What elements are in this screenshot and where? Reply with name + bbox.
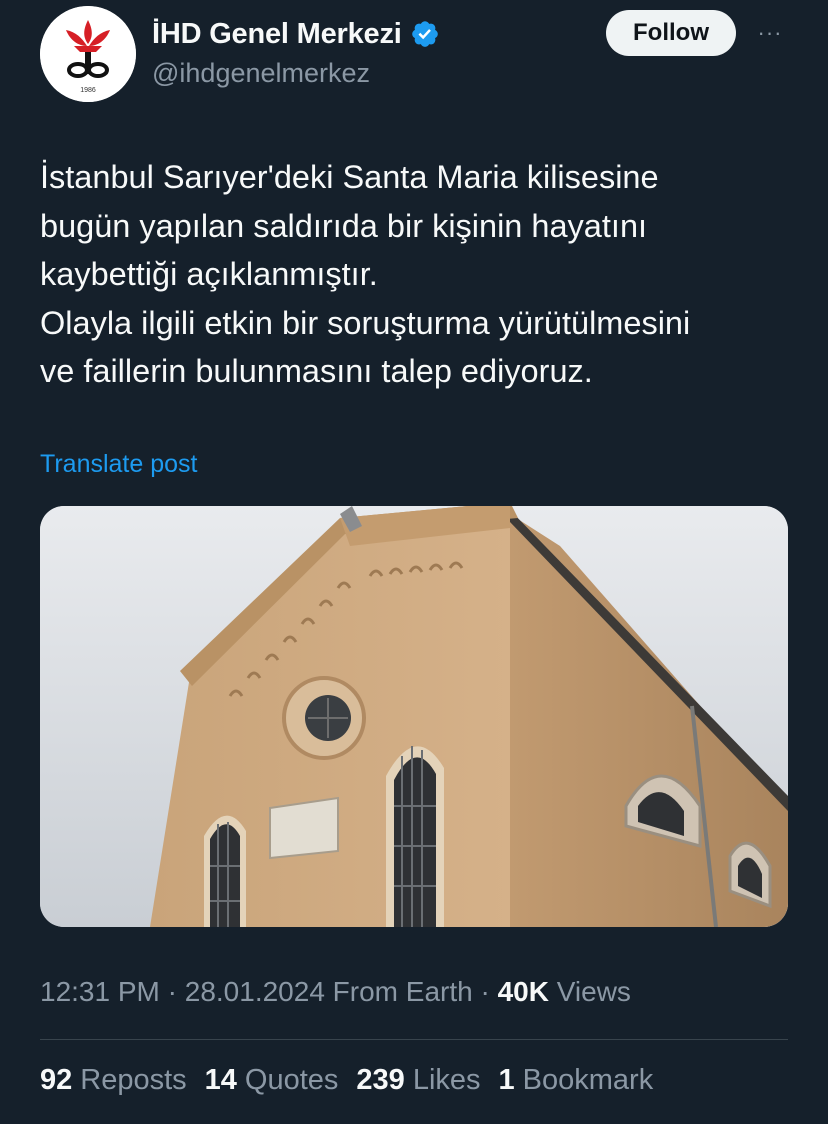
quotes-stat[interactable]: 14 Quotes [205, 1064, 339, 1097]
engagement-stats: 92 Reposts 14 Quotes 239 Likes 1 Bookmark [40, 1064, 653, 1097]
more-options-icon[interactable]: ··· [752, 18, 788, 48]
translate-post-link[interactable]: Translate post [40, 450, 197, 479]
bookmarks-label: Bookmark [522, 1064, 654, 1096]
tweet-meta: 12:31 PM · 28.01.2024 From Earth · 40K V… [40, 976, 631, 1008]
quotes-count: 14 [204, 1064, 237, 1096]
tweet-text: İstanbul Sarıyer'deki Santa Maria kilise… [40, 159, 691, 389]
views-label: Views [556, 976, 631, 1007]
reposts-label: Reposts [80, 1064, 187, 1096]
divider [40, 1039, 788, 1040]
avatar-year: 1986 [80, 87, 96, 94]
bookmarks-stat[interactable]: 1 Bookmark [499, 1064, 654, 1097]
follow-button[interactable]: Follow [606, 10, 736, 56]
handle[interactable]: @ihdgenelmerkez [152, 58, 370, 89]
tweet-media-photo[interactable] [40, 506, 788, 927]
ihd-logo-icon: 1986 [40, 6, 136, 102]
display-name[interactable]: İHD Genel Merkezi [152, 18, 402, 51]
reposts-stat[interactable]: 92 Reposts [40, 1064, 187, 1097]
tweet-date[interactable]: 28.01.2024 [185, 976, 325, 1007]
meta-separator: · [480, 976, 490, 1007]
meta-separator: · [167, 976, 177, 1007]
bookmarks-count: 1 [498, 1064, 515, 1096]
author-name-row[interactable]: İHD Genel Merkezi [152, 14, 440, 54]
likes-label: Likes [412, 1064, 481, 1096]
tweet-source: From Earth [332, 976, 473, 1007]
tweet-time[interactable]: 12:31 PM [40, 976, 160, 1007]
quotes-label: Quotes [244, 1064, 339, 1096]
church-photo-image [40, 506, 788, 927]
reposts-count: 92 [40, 1064, 73, 1096]
avatar[interactable]: 1986 [40, 6, 136, 102]
verified-badge-icon[interactable] [410, 19, 440, 49]
likes-stat[interactable]: 239 Likes [356, 1064, 480, 1097]
likes-count: 239 [356, 1064, 405, 1096]
views-count: 40K [497, 976, 549, 1007]
